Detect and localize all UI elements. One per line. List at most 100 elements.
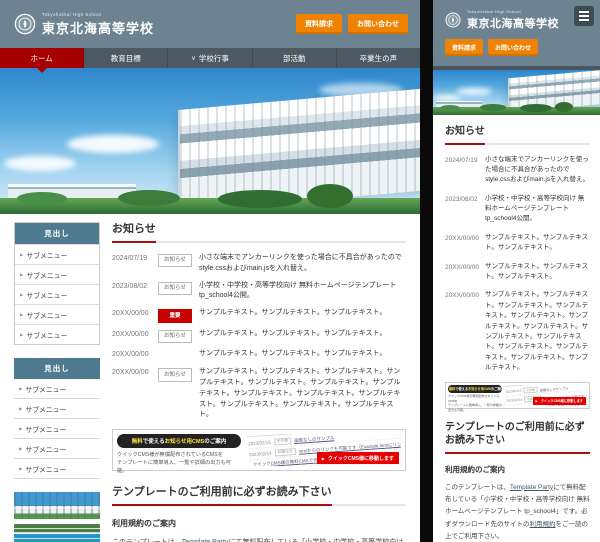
news-date: 2024/07/19 xyxy=(112,254,148,262)
tree-graphic xyxy=(306,184,353,208)
school-building-graphic xyxy=(178,87,420,213)
cms-screenshot: 2023/02/15その他画像なしのサンプル 2023/02/14お知らせhtm… xyxy=(504,384,587,406)
nav-label: ホーム xyxy=(30,53,53,63)
mobile-main-content: お知らせ 2024/07/19 小さな端末でアンカーリンクを使った場合に不具合が… xyxy=(433,115,600,542)
contact-button[interactable]: お問い合わせ xyxy=(488,39,539,56)
nav-item-education-goals[interactable]: 教育目標 xyxy=(84,48,169,68)
news-date: 20XX/00/00 xyxy=(445,234,479,242)
request-docs-button[interactable]: 資料請求 xyxy=(296,14,342,34)
hamburger-menu-icon[interactable] xyxy=(574,6,594,26)
news-text: サンプルテキスト。サンプルテキスト。サンプルテキスト。 xyxy=(485,233,589,252)
sidebar-submenu-item[interactable]: ▶ サブメニュー xyxy=(14,459,100,479)
header-buttons: 資料請求 お問い合わせ xyxy=(296,14,408,34)
sidebar-submenu-item[interactable]: ▶ サブメニュー xyxy=(14,399,100,419)
news-text: サンプルテキスト。サンプルテキスト。サンプルテキスト。サンプルテキスト。サンプル… xyxy=(485,291,589,372)
cms-banner-left: 無料で使えるお知らせ用CMSのご案内 クイックCMS様が無償配布されているCMS… xyxy=(117,434,241,474)
arrow-right-icon: ▶ xyxy=(20,251,24,257)
nav-item-home[interactable]: ホーム xyxy=(0,48,85,73)
news-badge: お知らせ xyxy=(158,329,192,344)
template-party-link[interactable]: Template Party xyxy=(510,484,553,491)
news-text: サンプルテキスト。サンプルテキスト。サンプルテキスト。 xyxy=(199,350,387,358)
desktop-view: Tokyohokkai High School 東京北海高等学校 資料請求 お問… xyxy=(0,0,420,542)
site-title: Tokyohokkai High School 東京北海高等学校 xyxy=(42,12,154,37)
cloud-graphic xyxy=(4,155,77,171)
bush-graphic xyxy=(519,104,552,112)
news-date: 20XX/00/00 xyxy=(112,351,149,359)
news-list: 2024/07/19 お知らせ 小さな端末でアンカーリンクを使った場合に不具合が… xyxy=(112,253,406,421)
header-buttons: 資料請求 お問い合わせ xyxy=(445,39,590,56)
arrow-right-icon: ▶ xyxy=(20,271,24,277)
terms-subheading: 利用規約のご案内 xyxy=(445,464,505,474)
nav-item-club-activities[interactable]: 部活動 xyxy=(253,48,337,68)
sidebar-submenu-item[interactable]: ▶ サブメニュー xyxy=(15,284,99,304)
news-text: サンプルテキスト。サンプルテキスト。サンプルテキスト。 xyxy=(485,262,589,281)
sidebar-submenu-item[interactable]: ▶ サブメニュー xyxy=(15,264,99,284)
news-date: 2023/08/02 xyxy=(112,282,148,290)
submenu-label: サブメニュー xyxy=(26,292,68,300)
sidebar: 見出し ▶ サブメニュー ▶ サブメニュー ▶ サブメニュー ▶ サブメニュー ▶ サブメ… xyxy=(14,222,100,542)
bush-graphic xyxy=(439,105,460,111)
sidebar-submenu-item[interactable]: ▶ サブメニュー xyxy=(14,379,100,399)
site-name-ja: 東京北海高等学校 xyxy=(467,18,559,30)
terms-of-use-link[interactable]: 利用規約 xyxy=(530,521,556,528)
cms-pill-badge: 無料で使えるお知らせ用CMSのご案内 xyxy=(117,434,241,449)
submenu-label: サブメニュー xyxy=(25,426,67,434)
news-row: 20XX/00/00 サンプルテキスト。サンプルテキスト。サンプルテキスト。 xyxy=(112,349,406,361)
sidebar-submenu-item[interactable]: ▶ サブメニュー xyxy=(15,304,99,324)
news-badge-important: 重要 xyxy=(158,309,192,323)
submenu-label: サブメニュー xyxy=(26,252,68,260)
mobile-site-header: Tokyohokkai High School 東京北海高等学校 資料請求 お問… xyxy=(433,0,600,66)
play-icon: ▶ xyxy=(535,398,538,403)
news-date: 2024/07/19 xyxy=(445,156,478,164)
terms-subheading: 利用規約のご案内 xyxy=(112,519,176,529)
news-date: 2023/08/02 xyxy=(445,195,478,203)
site-brand[interactable]: Tokyohokkai High School 東京北海高等学校 xyxy=(445,9,590,31)
arrow-right-icon: ▶ xyxy=(19,445,23,451)
site-title: Tokyohokkai High School 東京北海高等学校 xyxy=(467,9,559,31)
cms-banner[interactable]: 無料で使えるお知らせ用CMSのご案内 クイックCMS様が無償配布されているCMS… xyxy=(112,429,406,474)
news-text: 小学校・中学校・高等学校向け 無料ホームページテンプレート tp_school4… xyxy=(199,281,397,300)
nav-item-school-events[interactable]: ∨ 学校行事 xyxy=(168,48,253,68)
sidebar-submenu-item[interactable]: ▶ サブメニュー xyxy=(14,439,100,459)
news-badge: お知らせ xyxy=(158,368,192,382)
sidebar-heading: 見出し xyxy=(15,223,99,244)
sidebar-submenu-item[interactable]: ▶ サブメニュー xyxy=(15,324,99,344)
cms-link-button[interactable]: ▶ クイックCMS様に移動します xyxy=(532,396,586,405)
news-row: 2023/08/02 小学校・中学校・高等学校向け 無料ホームページテンプレート… xyxy=(445,194,590,225)
cms-banner-left: 無料で使えるお知らせ用CMSのご案内 クイックCMS様が無償配布されているCMS… xyxy=(448,384,504,412)
terms-paragraph: このテンプレートは、Template Partyにて無料配布している「小学校・中… xyxy=(445,483,590,540)
sidebar-submenu-item[interactable]: ▶ サブメニュー xyxy=(15,244,99,264)
cms-pill-badge: 無料で使えるお知らせ用CMSのご案内 xyxy=(448,384,504,393)
news-row: 20XX/00/00 サンプルテキスト。サンプルテキスト。サンプルテキスト。 xyxy=(445,262,590,283)
news-date: 20XX/00/00 xyxy=(445,263,479,271)
submenu-label: サブメニュー xyxy=(26,332,68,340)
main-content: お知らせ 2024/07/19 お知らせ 小さな端末でアンカーリンクを使った場合… xyxy=(112,222,406,542)
news-row: 20XX/00/00 お知らせ サンプルテキスト。サンプルテキスト。サンプルテキ… xyxy=(112,329,406,344)
submenu-label: サブメニュー xyxy=(25,446,67,454)
submenu-label: サブメニュー xyxy=(25,406,67,414)
nav-label: 部活動 xyxy=(282,53,306,63)
request-docs-button[interactable]: 資料請求 xyxy=(445,39,484,56)
sidebar-photo-swimming-pool xyxy=(14,524,100,542)
chevron-down-icon: ∨ xyxy=(191,55,196,62)
terms-heading: テンプレートのご利用前に必ずお読み下さい xyxy=(445,421,590,454)
nav-item-graduate-voices[interactable]: 卒業生の声 xyxy=(337,48,420,68)
news-text: サンプルテキスト。サンプルテキスト。サンプルテキスト。 xyxy=(199,309,387,317)
cms-banner[interactable]: 無料で使えるお知らせ用CMSのご案内 クイックCMS様が無償配布されているCMS… xyxy=(445,381,590,412)
cms-link-button[interactable]: ▶ クイックCMS様に移動します xyxy=(316,452,399,465)
arrow-right-icon: ▶ xyxy=(19,425,23,431)
site-header: Tokyohokkai High School 東京北海高等学校 資料請求 お問… xyxy=(0,0,420,48)
main-nav: ホーム 教育目標 ∨ 学校行事 部活動 卒業生の声 xyxy=(0,48,420,73)
site-brand[interactable]: Tokyohokkai High School 東京北海高等学校 xyxy=(14,12,154,37)
sidebar-submenu-item[interactable]: ▶ サブメニュー xyxy=(14,419,100,439)
site-name-en: Tokyohokkai High School xyxy=(467,9,521,14)
news-row: 2024/07/19 お知らせ 小さな端末でアンカーリンクを使った場合に不具合が… xyxy=(112,253,406,275)
news-text: サンプルテキスト。サンプルテキスト。サンプルテキスト。サンプルテキスト。サンプル… xyxy=(199,368,401,419)
contact-button[interactable]: お問い合わせ xyxy=(348,14,408,34)
nav-label: 教育目標 xyxy=(110,53,141,63)
terms-paragraph: このテンプレートは、Template Partyにて無料配布している「小学校・中… xyxy=(112,537,406,542)
school-crest-icon xyxy=(445,12,461,28)
hero-image xyxy=(0,68,420,214)
bush-graphic xyxy=(479,104,506,111)
arrow-right-icon: ▶ xyxy=(20,331,24,337)
